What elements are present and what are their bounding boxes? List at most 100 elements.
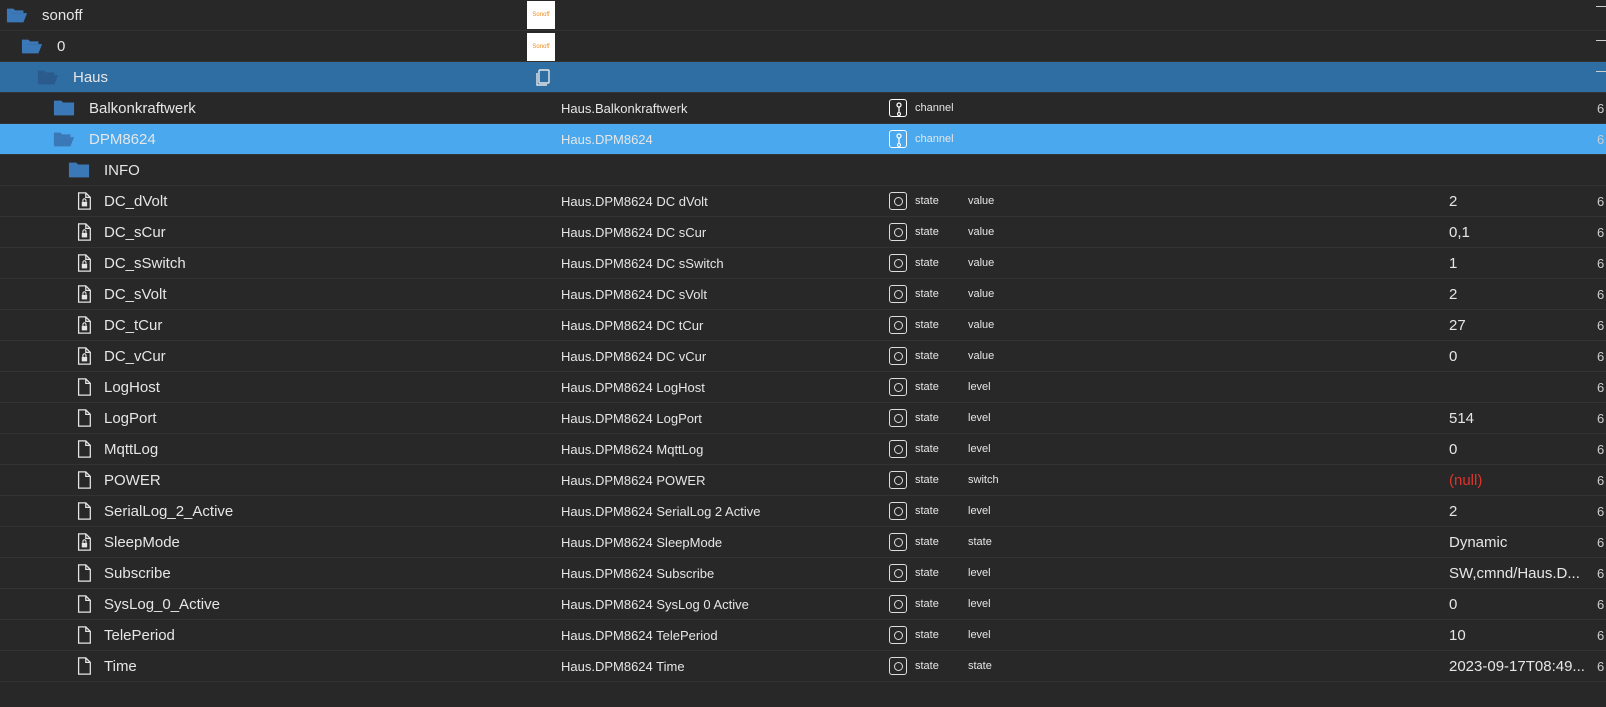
object-role: level [968, 412, 991, 424]
object-type: state [915, 195, 939, 207]
state-row[interactable]: POWER Haus.DPM8624 POWER state switch (null)… [0, 465, 1606, 496]
state-row[interactable]: LogHost Haus.DPM8624 LogHost state level 6 [0, 372, 1606, 403]
object-value[interactable]: 2023-09-17T08:49... [1449, 658, 1585, 675]
object-value[interactable]: 0,1 [1449, 224, 1470, 241]
folder-row[interactable]: 0 Sonoff [0, 31, 1606, 62]
folder-row[interactable]: DPM8624 Haus.DPM8624 channel 6 [0, 124, 1606, 155]
object-type: state [915, 505, 939, 517]
folder-row[interactable]: Haus [0, 62, 1606, 93]
object-id: Haus.DPM8624 DC vCur [561, 349, 707, 364]
file-icon [75, 408, 97, 428]
object-value[interactable]: (null) [1449, 472, 1482, 489]
object-name: DC_sVolt [104, 286, 167, 303]
folder-open-icon [6, 5, 28, 25]
state-row[interactable]: SerialLog_2_Active Haus.DPM8624 SerialLog… [0, 496, 1606, 527]
object-name: DC_sCur [104, 224, 166, 241]
object-name: Subscribe [104, 565, 171, 582]
folder-row[interactable]: INFO [0, 155, 1606, 186]
object-value[interactable]: 27 [1449, 317, 1466, 334]
file-lock-icon [75, 346, 97, 366]
state-icon [889, 657, 907, 675]
object-name: TelePeriod [104, 627, 175, 644]
cut-off-column-value: 6 [1597, 535, 1605, 550]
object-id: Haus.DPM8624 DC tCur [561, 318, 704, 333]
folder-row[interactable]: sonoff Sonoff [0, 0, 1606, 31]
state-icon [889, 285, 907, 303]
object-name: DC_vCur [104, 348, 166, 365]
object-type: state [915, 350, 939, 362]
object-role: state [968, 536, 992, 548]
state-icon [889, 347, 907, 365]
object-id: Haus.DPM8624 TelePeriod [561, 628, 718, 643]
object-type: channel [915, 133, 954, 145]
file-icon [75, 377, 97, 397]
object-type: state [915, 226, 939, 238]
object-name: Balkonkraftwerk [89, 100, 196, 117]
object-id: Haus.DPM8624 Time [561, 659, 685, 674]
cut-off-column-value: 6 [1597, 380, 1605, 395]
state-icon [889, 502, 907, 520]
object-value[interactable]: SW,cmnd/Haus.D... [1449, 565, 1580, 582]
state-row[interactable]: SleepMode Haus.DPM8624 SleepMode state stat… [0, 527, 1606, 558]
object-value[interactable]: 0 [1449, 441, 1457, 458]
object-value[interactable]: 1 [1449, 255, 1457, 272]
object-role: level [968, 567, 991, 579]
object-role: level [968, 598, 991, 610]
channel-icon [889, 130, 907, 148]
object-type: channel [915, 102, 954, 114]
state-row[interactable]: LogPort Haus.DPM8624 LogPort state level 514… [0, 403, 1606, 434]
state-row[interactable]: DC_sCur Haus.DPM8624 DC sCur state value 0,1… [0, 217, 1606, 248]
object-type: state [915, 443, 939, 455]
cut-off-column-value: 6 [1597, 349, 1605, 364]
state-row[interactable]: TelePeriod Haus.DPM8624 TelePeriod state le… [0, 620, 1606, 651]
state-row[interactable]: DC_sSwitch Haus.DPM8624 DC sSwitch state va… [0, 248, 1606, 279]
object-role: state [968, 660, 992, 672]
object-value[interactable]: 0 [1449, 348, 1457, 365]
object-role: value [968, 350, 995, 362]
state-row[interactable]: DC_tCur Haus.DPM8624 DC tCur state value 27 6 [0, 310, 1606, 341]
cut-off-column-value: 6 [1597, 659, 1605, 674]
state-icon [889, 595, 907, 613]
object-role: level [968, 381, 991, 393]
object-value[interactable]: 2 [1449, 193, 1457, 210]
state-icon [889, 533, 907, 551]
state-row[interactable]: DC_sVolt Haus.DPM8624 DC sVolt state value 2… [0, 279, 1606, 310]
object-name: sonoff [42, 7, 83, 24]
state-row[interactable]: Time Haus.DPM8624 Time state state 2023-09-1… [0, 651, 1606, 682]
object-id: Haus.DPM8624 LogPort [561, 411, 702, 426]
object-id: Haus.DPM8624 SysLog 0 Active [561, 597, 749, 612]
folder-open-icon [21, 36, 43, 56]
object-name: POWER [104, 472, 161, 489]
file-lock-icon [75, 532, 97, 552]
folder-icon [68, 160, 90, 180]
object-type: state [915, 319, 939, 331]
state-row[interactable]: MqttLog Haus.DPM8624 MqttLog state level 0 6 [0, 434, 1606, 465]
object-value[interactable]: Dynamic [1449, 534, 1507, 551]
cut-off-column-value: 6 [1597, 132, 1605, 147]
file-lock-icon [75, 284, 97, 304]
object-value[interactable]: 2 [1449, 286, 1457, 303]
object-type: state [915, 660, 939, 672]
file-lock-icon [75, 253, 97, 273]
cut-off-column-value: 6 [1597, 628, 1605, 643]
folder-row[interactable]: Balkonkraftwerk Haus.Balkonkraftwerk chann… [0, 93, 1606, 124]
object-role: value [968, 319, 995, 331]
state-row[interactable]: SysLog_0_Active Haus.DPM8624 SysLog 0 Act… [0, 589, 1606, 620]
cut-off-column-value: 6 [1597, 194, 1605, 209]
state-row[interactable]: Subscribe Haus.DPM8624 Subscribe state leve… [0, 558, 1606, 589]
object-role: switch [968, 474, 999, 486]
object-id: Haus.Balkonkraftwerk [561, 101, 688, 116]
object-id: Haus.DPM8624 DC sVolt [561, 287, 707, 302]
copy-icon[interactable] [533, 68, 553, 88]
object-value[interactable]: 10 [1449, 627, 1466, 644]
object-id: Haus.DPM8624 LogHost [561, 380, 705, 395]
object-value[interactable]: 2 [1449, 503, 1457, 520]
file-icon [75, 439, 97, 459]
state-row[interactable]: DC_dVolt Haus.DPM8624 DC dVolt state value 2… [0, 186, 1606, 217]
state-row[interactable]: DC_vCur Haus.DPM8624 DC vCur state value 0 6 [0, 341, 1606, 372]
object-name: 0 [57, 38, 66, 55]
object-value[interactable]: 0 [1449, 596, 1457, 613]
object-value[interactable]: 514 [1449, 410, 1474, 427]
file-icon [75, 501, 97, 521]
object-role: value [968, 288, 995, 300]
